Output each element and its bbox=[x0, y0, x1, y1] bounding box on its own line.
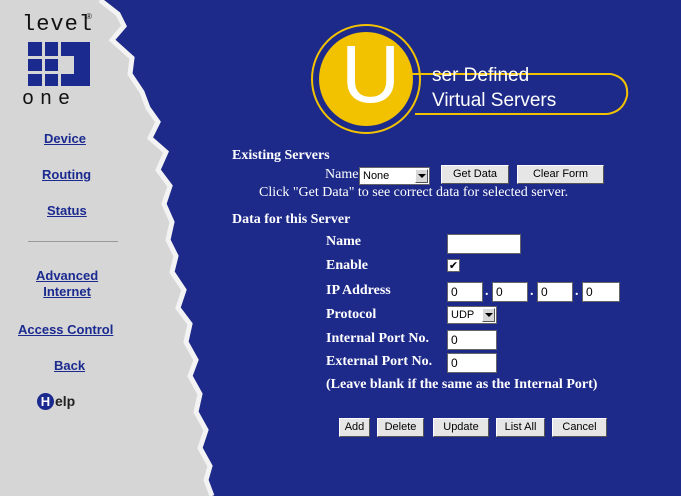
add-button[interactable]: Add bbox=[339, 418, 370, 437]
ip-separator: . bbox=[575, 284, 579, 299]
delete-button[interactable]: Delete bbox=[377, 418, 424, 437]
ip-octet-2[interactable]: 0 bbox=[492, 282, 528, 302]
help-icon: H bbox=[37, 393, 54, 410]
level-one-logo: level ® one bbox=[22, 12, 112, 112]
server-data-heading: Data for this Server bbox=[232, 212, 351, 227]
internal-port-input[interactable]: 0 bbox=[447, 330, 497, 350]
internal-port-label: Internal Port No. bbox=[326, 331, 430, 346]
protocol-select[interactable]: UDP bbox=[447, 306, 497, 324]
ip-octet-1[interactable]: 0 bbox=[447, 282, 483, 302]
ip-separator: . bbox=[485, 284, 489, 299]
external-port-input[interactable]: 0 bbox=[447, 353, 497, 373]
banner-big-letter: U bbox=[341, 29, 401, 120]
ip-address-label: IP Address bbox=[326, 283, 391, 298]
update-button[interactable]: Update bbox=[433, 418, 489, 437]
nav-routing[interactable]: Routing bbox=[42, 167, 91, 182]
chevron-down-icon bbox=[482, 308, 495, 322]
ip-octet-4[interactable]: 0 bbox=[582, 282, 620, 302]
nav-access-control[interactable]: Access Control bbox=[18, 322, 113, 337]
protocol-label: Protocol bbox=[326, 307, 377, 322]
existing-servers-heading: Existing Servers bbox=[232, 148, 330, 163]
get-data-button[interactable]: Get Data bbox=[441, 165, 509, 184]
port-note: (Leave blank if the same as the Internal… bbox=[326, 377, 598, 392]
help-label: elp bbox=[55, 393, 76, 409]
banner-line2: Virtual Servers bbox=[432, 90, 557, 111]
logo-top-text: level bbox=[22, 12, 94, 37]
banner-line1: ser Defined bbox=[432, 65, 530, 86]
cancel-button[interactable]: Cancel bbox=[552, 418, 607, 437]
nav-advanced-line2: Internet bbox=[43, 284, 91, 299]
nav-advanced-line1: Advanced bbox=[36, 268, 99, 283]
nav-advanced-internet[interactable]: Advanced Internet bbox=[36, 268, 98, 300]
server-name-input[interactable] bbox=[447, 234, 521, 254]
ip-separator: . bbox=[530, 284, 534, 299]
page-banner: U ser Defined Virtual Servers bbox=[311, 20, 631, 138]
existing-name-label: Name bbox=[325, 167, 359, 182]
list-all-button[interactable]: List All bbox=[496, 418, 545, 437]
protocol-value: UDP bbox=[451, 309, 475, 321]
nav-divider bbox=[28, 241, 118, 242]
nav-back[interactable]: Back bbox=[54, 358, 85, 373]
server-name-label: Name bbox=[326, 234, 361, 249]
logo-bottom-text: one bbox=[22, 88, 77, 111]
nav-device[interactable]: Device bbox=[44, 131, 86, 146]
external-port-label: External Port No. bbox=[326, 354, 433, 369]
get-data-hint: Click "Get Data" to see correct data for… bbox=[259, 185, 569, 200]
existing-name-value: None bbox=[363, 170, 390, 182]
clear-form-button[interactable]: Clear Form bbox=[517, 165, 604, 184]
enable-label: Enable bbox=[326, 258, 369, 273]
logo-grid-icon bbox=[28, 42, 90, 86]
enable-checkbox[interactable]: ✔ bbox=[447, 259, 460, 272]
ip-octet-3[interactable]: 0 bbox=[537, 282, 573, 302]
existing-name-select[interactable]: None bbox=[359, 167, 430, 185]
chevron-down-icon bbox=[415, 169, 428, 183]
nav-status[interactable]: Status bbox=[47, 203, 87, 218]
logo-reg-mark: ® bbox=[86, 12, 92, 21]
help-link[interactable]: Help bbox=[37, 393, 75, 410]
